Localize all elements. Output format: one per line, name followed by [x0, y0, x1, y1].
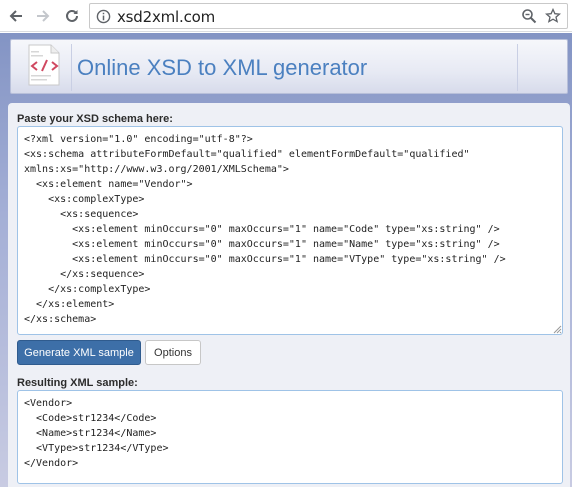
xml-document-icon: [28, 44, 60, 86]
reload-icon: [66, 9, 78, 22]
browser-toolbar: xsd2xml.com: [0, 0, 572, 32]
forward-button[interactable]: [31, 4, 55, 28]
xsd-input-textarea[interactable]: <?xml version="1.0" encoding="utf-8"?> <…: [17, 126, 563, 335]
site-header: Online XSD to XML generator: [10, 39, 568, 94]
generate-xml-button[interactable]: Generate XML sample: [17, 340, 141, 365]
xsd-input-label: Paste your XSD schema here:: [17, 113, 173, 125]
zoom-icon[interactable]: [521, 8, 537, 24]
page-body: Online XSD to XML generator Paste your X…: [0, 33, 572, 487]
xml-result-textarea[interactable]: <Vendor> <Code>str1234</Code> <Name>str1…: [17, 390, 563, 484]
info-icon[interactable]: [96, 9, 111, 24]
generator-panel: Paste your XSD schema here: <?xml versio…: [8, 103, 570, 487]
header-divider: [71, 44, 72, 91]
header-divider: [517, 44, 518, 91]
resize-grip-icon[interactable]: [553, 325, 562, 334]
address-bar[interactable]: xsd2xml.com: [89, 3, 568, 29]
forward-arrow-icon: [37, 10, 50, 22]
url-text[interactable]: xsd2xml.com: [117, 8, 215, 26]
result-output-label: Resulting XML sample:: [17, 377, 138, 389]
page-title: Online XSD to XML generator: [77, 55, 368, 80]
back-button[interactable]: [4, 4, 28, 28]
options-button[interactable]: Options: [145, 340, 201, 365]
reload-button[interactable]: [60, 4, 84, 28]
bookmark-star-icon[interactable]: [545, 8, 561, 24]
back-arrow-icon: [9, 10, 22, 22]
